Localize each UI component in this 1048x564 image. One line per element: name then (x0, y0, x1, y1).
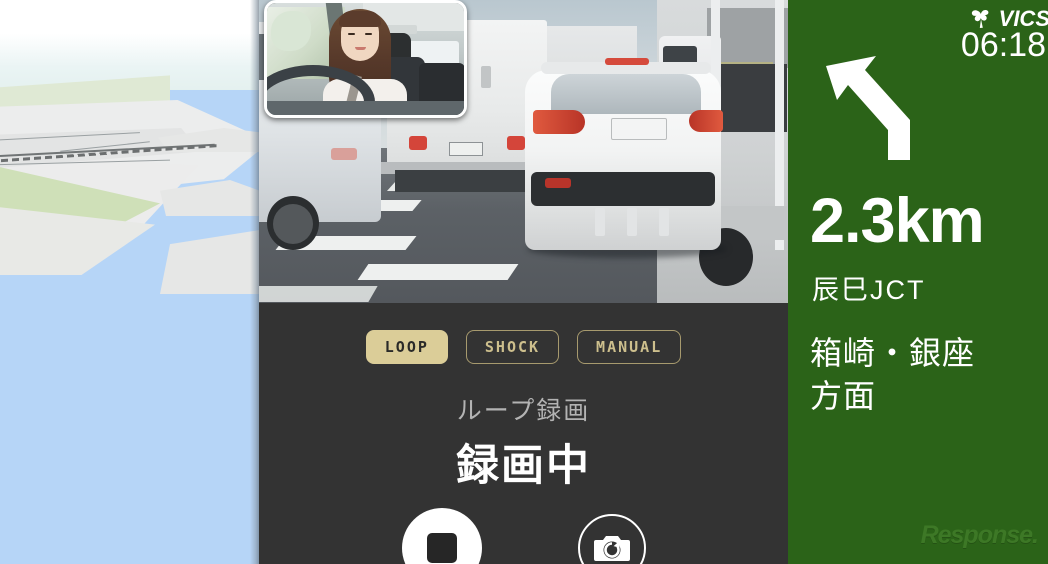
lead-car-rear-window (551, 74, 701, 114)
recording-mode-label: ループ録画 (456, 397, 591, 425)
lead-car-diffuser-fin (595, 208, 605, 236)
lane-marking (259, 286, 378, 302)
dashcam-navigation-screen: LOOP SHOCK MANUAL ループ録画 録画中 VICS 06:18 2… (0, 0, 1048, 564)
vics-navigation-panel: VICS 06:18 2.3km 辰巳JCT 箱崎・銀座 方面 Response… (788, 0, 1048, 564)
pip-driver-bangs (339, 11, 381, 27)
truck-undercarriage (395, 170, 543, 192)
truck-taillight-right (507, 136, 525, 150)
recording-mode-row: LOOP SHOCK MANUAL (259, 330, 788, 364)
recording-status-label: 録画中 (456, 442, 591, 490)
destination-line-2: 方面 (810, 378, 877, 415)
live-front-camera-view[interactable] (259, 0, 788, 303)
pip-dashboard (267, 101, 464, 115)
mode-button-shock[interactable]: SHOCK (465, 330, 560, 364)
current-time: 06:18 (960, 26, 1046, 64)
stop-square-icon (426, 533, 457, 563)
destination-line-1: 箱崎・銀座 (810, 335, 976, 371)
lead-car-taillight-right (689, 110, 723, 132)
map-edge-shadow (250, 0, 259, 564)
pip-driver-eye (365, 33, 372, 35)
dashcam-controls: LOOP SHOCK MANUAL ループ録画 録画中 (259, 303, 788, 564)
exit-left-fork-arrow-icon (818, 48, 928, 163)
lead-car-diffuser-fin (627, 208, 637, 236)
pip-window-foliage (271, 11, 311, 51)
response-watermark: Response. (920, 521, 1039, 549)
stop-record-button[interactable] (401, 508, 482, 564)
switch-camera-button[interactable] (577, 514, 646, 564)
mode-button-manual[interactable]: MANUAL (577, 330, 682, 364)
lead-car-reflector (545, 178, 571, 188)
lead-car-taillight-left (533, 110, 585, 134)
distance-to-junction: 2.3km (810, 186, 985, 256)
camera-switch-icon (593, 536, 630, 561)
dashcam-action-row (259, 508, 788, 564)
driver-facing-camera-inset[interactable] (264, 0, 467, 118)
pip-driver-mouth (355, 47, 366, 50)
lead-car-high-mount-stop-lamp (605, 58, 649, 65)
lead-car-diffuser-fin (659, 208, 669, 236)
destination-directions: 箱崎・銀座 方面 (810, 332, 975, 418)
truck-door-hinge (481, 66, 491, 88)
lead-car-license-plate (611, 118, 667, 140)
mode-button-loop[interactable]: LOOP (365, 330, 448, 364)
pip-driver-eye (348, 33, 355, 35)
lane-marking (357, 264, 519, 280)
van-taillight (331, 148, 357, 160)
junction-name: 辰巳JCT (812, 275, 926, 305)
dashcam-app-panel: LOOP SHOCK MANUAL ループ録画 録画中 (259, 0, 788, 564)
truck-taillight-left (409, 136, 427, 150)
truck-license-plate (449, 142, 483, 156)
van-hubcap (273, 204, 313, 244)
navigation-map-panel[interactable] (0, 0, 259, 564)
